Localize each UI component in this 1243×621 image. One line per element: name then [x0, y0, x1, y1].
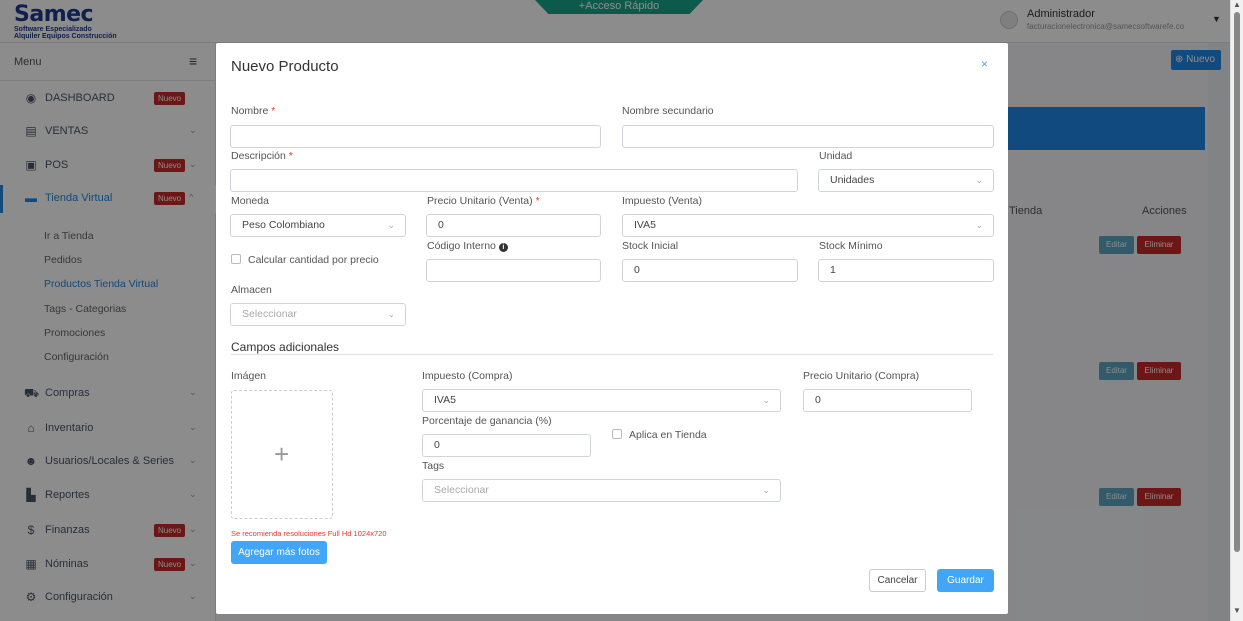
impuesto-venta-value: IVA5: [634, 219, 656, 231]
tags-label: Tags: [422, 460, 445, 472]
chevron-down-icon: ⌄: [387, 220, 395, 230]
required-mark: *: [288, 150, 293, 162]
scroll-down-icon[interactable]: ▼: [1233, 606, 1241, 615]
moneda-select[interactable]: Peso Colombiano ⌄: [230, 214, 406, 237]
almacen-placeholder: Seleccionar: [242, 308, 297, 320]
tags-placeholder: Seleccionar: [434, 484, 489, 496]
close-icon[interactable]: ×: [981, 57, 988, 71]
unidad-value: Unidades: [830, 174, 875, 186]
tags-select[interactable]: Seleccionar ⌄: [422, 479, 781, 502]
precio-venta-label: Precio Unitario (Venta) *: [427, 195, 540, 207]
new-product-modal: Nuevo Producto × Nombre * Nombre secunda…: [216, 43, 1008, 614]
save-button[interactable]: Guardar: [937, 569, 994, 592]
almacen-select[interactable]: Seleccionar ⌄: [230, 303, 406, 326]
section-divider: [231, 354, 993, 355]
impuesto-compra-label: Impuesto (Compra): [422, 370, 513, 382]
precio-compra-label: Precio Unitario (Compra): [803, 370, 920, 382]
plus-icon: +: [274, 439, 290, 469]
chevron-down-icon: ⌄: [762, 485, 770, 495]
nombre-input[interactable]: [230, 125, 601, 148]
ganancia-label: Porcentaje de ganancia (%): [422, 415, 552, 427]
descripcion-label: Descripción *: [231, 150, 293, 162]
required-mark: *: [535, 195, 540, 207]
impuesto-compra-select[interactable]: IVA5 ⌄: [422, 389, 781, 412]
nombre-secundario-label: Nombre secundario: [622, 105, 714, 117]
calcular-label: Calcular cantidad por precio: [248, 254, 379, 266]
section-title: Campos adicionales: [231, 340, 340, 354]
unidad-label: Unidad: [819, 150, 853, 162]
impuesto-venta-select[interactable]: IVA5 ⌄: [622, 214, 994, 237]
image-hint: Se recomienda resoluciones Full Hd 1024x…: [231, 529, 387, 538]
codigo-interno-input[interactable]: [426, 259, 601, 282]
image-upload-area[interactable]: +: [231, 390, 333, 519]
scroll-up-icon[interactable]: ▲: [1233, 0, 1241, 9]
precio-compra-input[interactable]: 0: [803, 389, 972, 412]
nombre-label: Nombre *: [231, 105, 275, 117]
scroll-thumb[interactable]: [1234, 12, 1240, 552]
codigo-interno-label: Código Interno i: [427, 240, 508, 252]
chevron-down-icon: ⌄: [762, 395, 770, 405]
precio-venta-label-text: Precio Unitario (Venta): [427, 195, 533, 207]
aplica-tienda-checkbox[interactable]: [612, 429, 622, 439]
info-icon[interactable]: i: [498, 243, 508, 252]
stock-inicial-label: Stock Inicial: [622, 240, 679, 252]
add-photos-button[interactable]: Agregar más fotos: [231, 541, 327, 564]
nombre-label-text: Nombre: [231, 105, 269, 117]
stock-inicial-input[interactable]: 0: [622, 259, 798, 282]
nombre-secundario-input[interactable]: [622, 125, 994, 148]
required-mark: *: [271, 105, 276, 117]
moneda-value: Peso Colombiano: [242, 219, 325, 231]
chevron-down-icon: ⌄: [387, 309, 395, 319]
impuesto-compra-value: IVA5: [434, 394, 456, 406]
stock-minimo-label: Stock Mínimo: [819, 240, 883, 252]
impuesto-venta-label: Impuesto (Venta): [622, 195, 702, 207]
unidad-select[interactable]: Unidades ⌄: [818, 169, 994, 192]
cancel-button[interactable]: Cancelar: [869, 569, 926, 592]
modal-title: Nuevo Producto: [231, 58, 339, 75]
codigo-interno-label-text: Código Interno: [427, 240, 496, 252]
ganancia-input[interactable]: 0: [422, 434, 591, 457]
precio-venta-input[interactable]: 0: [426, 214, 601, 237]
almacen-label: Almacen: [231, 284, 272, 296]
calcular-checkbox[interactable]: [231, 254, 241, 264]
imagen-label: Imágen: [231, 370, 267, 382]
chevron-down-icon: ⌄: [975, 220, 983, 230]
chevron-down-icon: ⌄: [975, 175, 983, 185]
aplica-tienda-label: Aplica en Tienda: [629, 429, 707, 441]
stock-minimo-input[interactable]: 1: [818, 259, 994, 282]
descripcion-input[interactable]: [230, 169, 798, 192]
descripcion-label-text: Descripción: [231, 150, 286, 162]
scrollbar[interactable]: ▲ ▼: [1230, 0, 1243, 621]
moneda-label: Moneda: [231, 195, 269, 207]
